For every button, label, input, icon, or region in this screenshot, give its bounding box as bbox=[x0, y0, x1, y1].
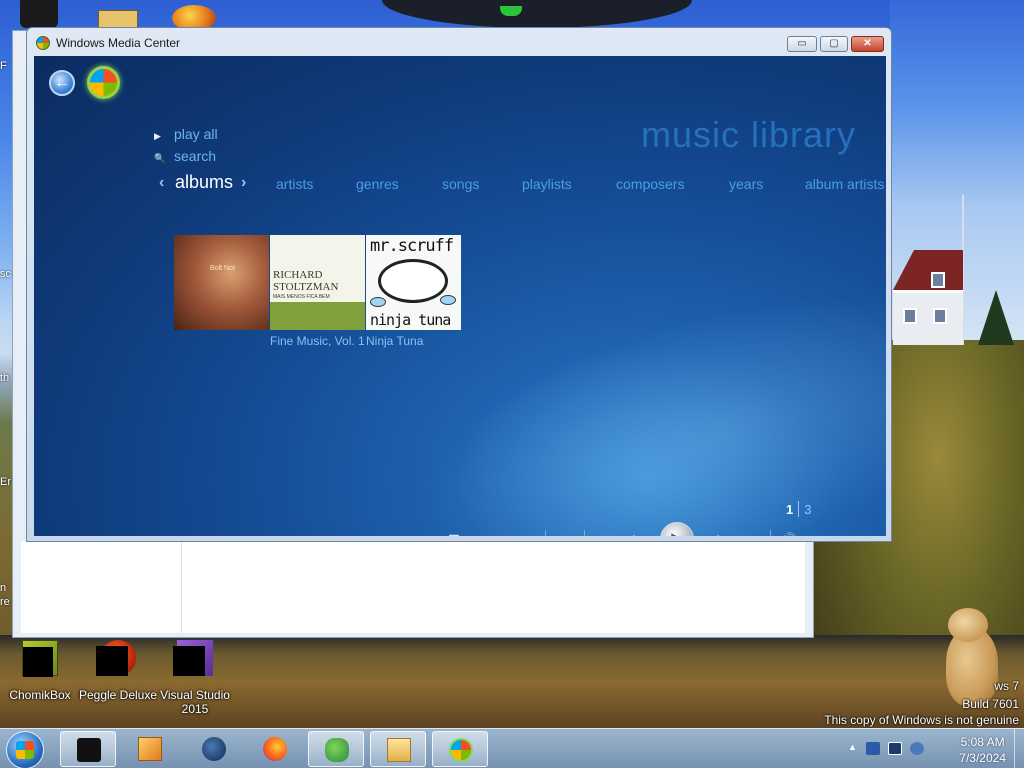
chevron-left-icon[interactable]: ‹ bbox=[159, 174, 164, 192]
mute-button[interactable]: 🔊 bbox=[777, 528, 801, 536]
search-icon: 🔍 bbox=[154, 153, 166, 163]
close-button[interactable]: ✕ bbox=[851, 36, 884, 52]
title-bar[interactable]: Windows Media Center ▭ ▢ ✕ bbox=[27, 28, 891, 56]
volume-up-button[interactable]: + bbox=[848, 528, 872, 536]
show-desktop-button[interactable] bbox=[1014, 729, 1024, 768]
peggle-icon bbox=[96, 640, 136, 676]
desktop-icon-label: Peggle Deluxe bbox=[78, 688, 158, 702]
rewind-button[interactable]: ◀◀ bbox=[590, 528, 614, 536]
chevron-right-icon[interactable]: › bbox=[241, 174, 246, 192]
desktop-icon-top-1[interactable] bbox=[20, 0, 58, 28]
pivot-playlists[interactable]: playlists bbox=[522, 176, 572, 192]
pivot-album-artists[interactable]: album artists bbox=[805, 176, 884, 192]
play-button[interactable]: ▶ bbox=[660, 522, 694, 536]
globe-icon bbox=[202, 737, 226, 761]
start-button[interactable] bbox=[6, 731, 44, 768]
album-tile[interactable]: RICHARD STOLTZMAN MAIS MENOS FICA BEM Fi… bbox=[270, 235, 365, 349]
stop-button[interactable]: ■ bbox=[552, 528, 576, 536]
next-button[interactable]: ▶| bbox=[702, 528, 726, 536]
media-center-icon bbox=[36, 36, 50, 50]
desktop-icon-label: Visual Studio 2015 bbox=[160, 688, 230, 716]
back-button[interactable]: ← bbox=[49, 70, 75, 96]
desktop-icon-chomikbox[interactable]: ChomikBox bbox=[0, 640, 80, 702]
pivot-albums[interactable]: albums bbox=[175, 172, 233, 193]
windows-logo-icon bbox=[16, 741, 34, 759]
taskbar-item-messenger[interactable] bbox=[308, 731, 364, 767]
pivot-songs[interactable]: songs bbox=[442, 176, 479, 192]
show-hidden-icons-arrow[interactable]: ▲ bbox=[848, 742, 857, 752]
clock[interactable]: 5:08 AM 7/3/2024 bbox=[959, 734, 1006, 766]
play-all-command[interactable]: ▶ play all bbox=[154, 126, 218, 142]
folder-icon bbox=[387, 738, 411, 762]
transport-controls: ● ☰ − + ■ ◀◀ |◀ ▶ ▶| ▶▶ 🔊 − + bbox=[34, 522, 886, 536]
visual-studio-icon bbox=[173, 640, 213, 676]
watermark-line: ws 7 bbox=[994, 679, 1019, 693]
media-center-start-orb[interactable] bbox=[87, 66, 120, 99]
messenger-icon bbox=[325, 738, 349, 762]
album-tile[interactable]: mr.scruff ninja tuna Ninja Tuna bbox=[366, 235, 461, 349]
volume-down-button[interactable]: − bbox=[813, 528, 837, 536]
album-art: Bolt Not bbox=[174, 235, 269, 330]
action-center-icon[interactable] bbox=[866, 742, 880, 755]
clock-date: 7/3/2024 bbox=[959, 751, 1006, 765]
pivot-genres[interactable]: genres bbox=[356, 176, 399, 192]
album-title: Ninja Tuna bbox=[366, 334, 424, 348]
taskbar-item-explorer[interactable] bbox=[370, 731, 426, 767]
previous-button[interactable]: |◀ bbox=[626, 528, 650, 536]
watermark-line: Build 7601 bbox=[962, 697, 1019, 711]
desktop-label-fragment: n bbox=[0, 582, 7, 594]
desktop-label-fragment: re bbox=[0, 596, 10, 608]
pivot-artists[interactable]: artists bbox=[276, 176, 313, 192]
media-center-window: Windows Media Center ▭ ▢ ✕ ← music libra… bbox=[26, 27, 892, 542]
media-player-icon bbox=[138, 737, 162, 761]
media-center-stage: ← music library ▶ play all 🔍 search ‹ albu… bbox=[34, 56, 886, 536]
album-title: Fine Music, Vol. 1 bbox=[270, 334, 365, 348]
search-command[interactable]: 🔍 search bbox=[154, 148, 216, 164]
taskbar-item-media-center[interactable] bbox=[432, 731, 488, 767]
pivot-composers[interactable]: composers bbox=[616, 176, 684, 192]
desktop-icon-peggle[interactable]: Peggle Deluxe bbox=[78, 640, 158, 702]
fast-forward-button[interactable]: ▶▶ bbox=[737, 528, 761, 536]
desktop-icon-label: ChomikBox bbox=[9, 688, 71, 702]
guide-button[interactable]: ☰ bbox=[442, 528, 466, 536]
taskbar: ▲ 5:08 AM 7/3/2024 bbox=[0, 728, 1024, 768]
system-tray: ▲ 5:08 AM 7/3/2024 bbox=[834, 729, 1024, 768]
desktop-icon-visual-studio[interactable]: Visual Studio 2015 bbox=[155, 640, 235, 716]
channel-down-button[interactable]: − bbox=[478, 528, 502, 536]
volume-icon[interactable] bbox=[910, 742, 924, 755]
pivot-years[interactable]: years bbox=[729, 176, 763, 192]
window-title: Windows Media Center bbox=[56, 36, 181, 50]
taskbar-item-chomikbox[interactable] bbox=[60, 731, 116, 767]
taskbar-item-media-player[interactable] bbox=[122, 731, 178, 767]
desktop-label-fragment: Er bbox=[0, 476, 11, 488]
pivot-bar: ‹ albums › artists genres songs playlist… bbox=[159, 172, 886, 196]
album-tile[interactable]: Bolt Not bbox=[174, 235, 269, 334]
watermark-genuine-notice: This copy of Windows is not genuine bbox=[824, 713, 1019, 727]
maximize-button[interactable]: ▢ bbox=[820, 36, 848, 52]
page-indicator: 13 bbox=[786, 501, 812, 517]
background-window-content bbox=[21, 541, 805, 633]
desktop-label-fragment: th bbox=[0, 372, 10, 384]
desktop-label-fragment: sc bbox=[0, 268, 11, 280]
page-title: music library bbox=[641, 114, 857, 155]
minimize-button[interactable]: ▭ bbox=[787, 36, 817, 52]
chomikbox-icon bbox=[22, 640, 58, 677]
record-button[interactable]: ● bbox=[406, 528, 430, 536]
media-center-icon bbox=[449, 738, 473, 762]
taskbar-item-firefox[interactable] bbox=[247, 731, 303, 767]
firefox-icon bbox=[263, 737, 287, 761]
clock-time: 5:08 AM bbox=[960, 735, 1005, 749]
gopher-gadget[interactable] bbox=[940, 608, 1002, 706]
taskbar-item-globe[interactable] bbox=[186, 731, 242, 767]
album-art: mr.scruff ninja tuna bbox=[366, 235, 461, 330]
network-icon[interactable] bbox=[888, 742, 902, 755]
play-icon: ▶ bbox=[154, 131, 161, 141]
top-gadget bbox=[382, 0, 692, 28]
album-art: RICHARD STOLTZMAN MAIS MENOS FICA BEM bbox=[270, 235, 365, 330]
house-image bbox=[893, 250, 963, 345]
channel-up-button[interactable]: + bbox=[513, 528, 537, 536]
chomikbox-icon bbox=[77, 738, 101, 762]
desktop-label-fragment: F bbox=[0, 60, 7, 72]
